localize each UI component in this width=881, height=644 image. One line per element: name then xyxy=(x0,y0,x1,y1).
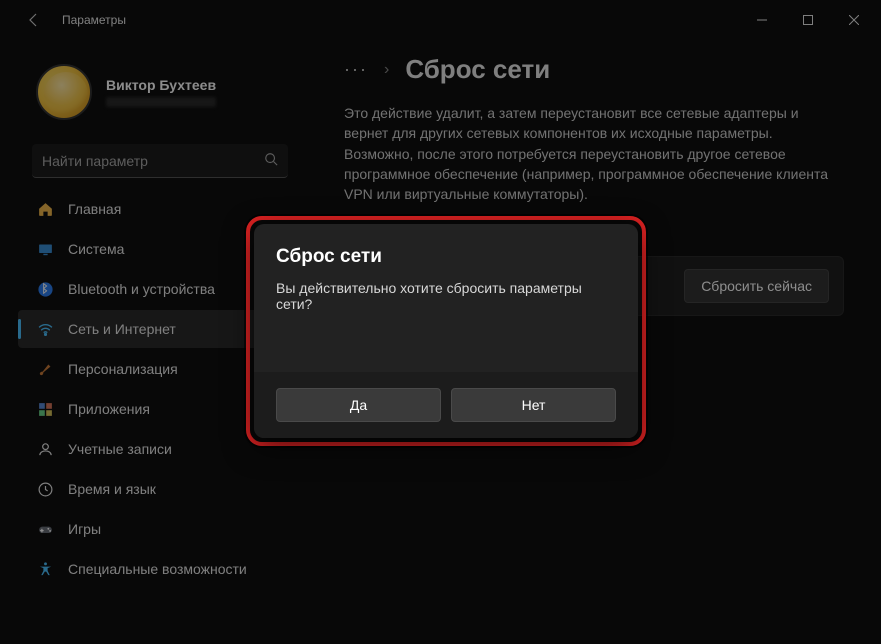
breadcrumb: ··· › Сброс сети xyxy=(344,54,861,85)
sidebar-item-label: Специальные возможности xyxy=(68,561,247,577)
window-title: Параметры xyxy=(62,13,126,27)
profile-block[interactable]: Виктор Бухтеев xyxy=(8,48,300,140)
back-button[interactable] xyxy=(16,2,52,38)
wifi-icon xyxy=(36,320,54,338)
page-title: Сброс сети xyxy=(405,54,550,85)
accessibility-icon xyxy=(36,560,54,578)
sidebar-item-label: Главная xyxy=(68,201,121,217)
games-icon xyxy=(36,520,54,538)
time-icon xyxy=(36,480,54,498)
sidebar-item-label: Учетные записи xyxy=(68,441,172,457)
home-icon xyxy=(36,200,54,218)
settings-window: Параметры Виктор Бухтеев ГлавнаяСис xyxy=(0,0,881,644)
profile-name: Виктор Бухтеев xyxy=(106,77,216,93)
apps-icon xyxy=(36,400,54,418)
search-icon xyxy=(264,152,278,169)
sidebar-item-label: Система xyxy=(68,241,124,257)
sidebar-item-label: Приложения xyxy=(68,401,150,417)
dialog-highlight: Сброс сети Вы действительно хотите сброс… xyxy=(246,216,646,446)
breadcrumb-more[interactable]: ··· xyxy=(344,59,368,80)
titlebar: Параметры xyxy=(0,0,881,40)
system-icon xyxy=(36,240,54,258)
sidebar-item-label: Сеть и Интернет xyxy=(68,321,176,337)
minimize-button[interactable] xyxy=(739,4,785,36)
dialog-buttons: Да Нет xyxy=(254,372,638,438)
bluetooth-icon xyxy=(36,280,54,298)
sidebar-item-time[interactable]: Время и язык xyxy=(18,470,290,508)
sidebar-item-games[interactable]: Игры xyxy=(18,510,290,548)
window-controls xyxy=(739,4,877,36)
brush-icon xyxy=(36,360,54,378)
sidebar-item-label: Игры xyxy=(68,521,101,537)
search-input[interactable] xyxy=(42,153,264,169)
sidebar-item-label: Время и язык xyxy=(68,481,156,497)
confirm-dialog: Сброс сети Вы действительно хотите сброс… xyxy=(254,224,638,438)
avatar xyxy=(36,64,92,120)
search-box[interactable] xyxy=(32,144,288,178)
dialog-message: Вы действительно хотите сбросить парамет… xyxy=(276,280,616,312)
sidebar-item-label: Персонализация xyxy=(68,361,178,377)
maximize-button[interactable] xyxy=(785,4,831,36)
reset-now-button[interactable]: Сбросить сейчас xyxy=(684,269,829,303)
sidebar-item-accessibility[interactable]: Специальные возможности xyxy=(18,550,290,588)
account-icon xyxy=(36,440,54,458)
sidebar-item-label: Bluetooth и устройства xyxy=(68,281,215,297)
dialog-yes-button[interactable]: Да xyxy=(276,388,441,422)
page-description: Это действие удалит, а затем переустанов… xyxy=(344,103,844,204)
close-button[interactable] xyxy=(831,4,877,36)
dialog-title: Сброс сети xyxy=(276,246,616,268)
dialog-no-button[interactable]: Нет xyxy=(451,388,616,422)
profile-email-blurred xyxy=(106,97,216,107)
profile-text: Виктор Бухтеев xyxy=(106,77,216,107)
chevron-right-icon: › xyxy=(384,61,389,79)
